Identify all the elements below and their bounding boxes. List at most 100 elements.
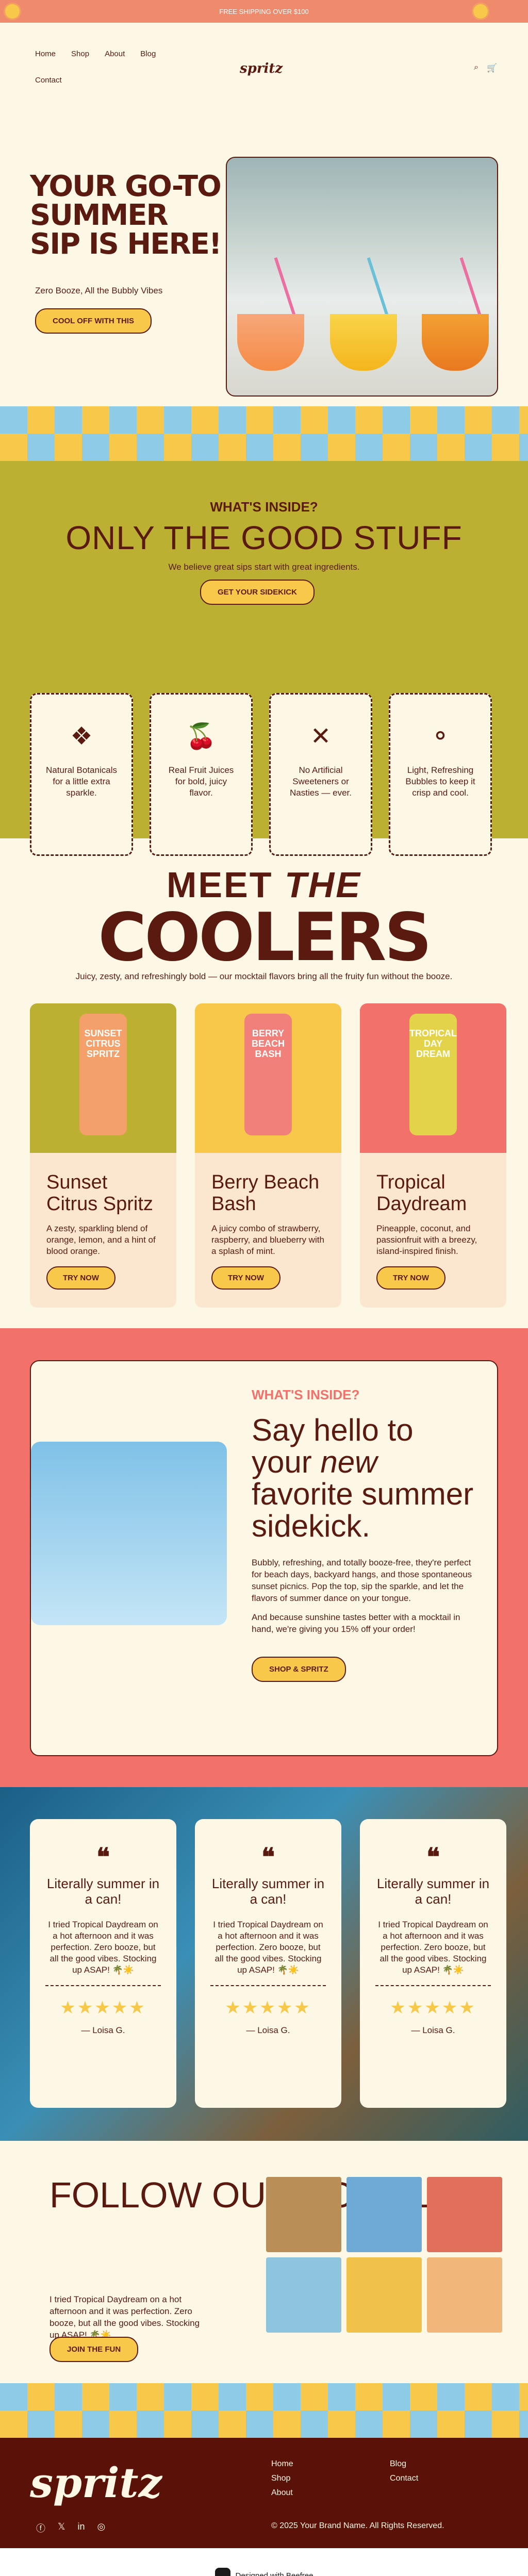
sun-icon bbox=[5, 4, 20, 19]
footer-links: Home Blog Shop Contact About bbox=[271, 2459, 493, 2498]
x-icon[interactable]: 𝕏 bbox=[58, 2521, 65, 2535]
testimonial-card: ❝ Literally summer in a can! I tried Tro… bbox=[360, 1819, 506, 2108]
nav-about[interactable]: About bbox=[105, 49, 125, 58]
cocktail-image bbox=[31, 1442, 227, 1625]
linkedin-icon[interactable]: in bbox=[78, 2521, 85, 2535]
footer-link-contact[interactable]: Contact bbox=[390, 2474, 493, 2483]
testimonial-title: Literally summer in a can! bbox=[46, 1876, 160, 1907]
social-photo[interactable] bbox=[346, 2177, 422, 2252]
testimonial-author: — Loisa G. bbox=[81, 2025, 125, 2035]
drink-glass bbox=[422, 314, 489, 371]
feature-text: Natural Botanicals for a little extra sp… bbox=[46, 765, 117, 798]
product-card: TROPICAL DAY DREAM Tropical Daydream Pin… bbox=[360, 1003, 506, 1308]
can-shape: BERRY BEACH BASH bbox=[244, 1014, 292, 1135]
social-icons: ⓕ 𝕏 in ◎ bbox=[36, 2521, 105, 2535]
straw-shape bbox=[274, 257, 296, 317]
feature-card: ❖ Natural Botanicals for a little extra … bbox=[30, 693, 133, 856]
product-desc: Pineapple, coconut, and passionfruit wit… bbox=[376, 1224, 477, 1256]
social-photo[interactable] bbox=[427, 2257, 502, 2333]
facebook-icon[interactable]: ⓕ bbox=[36, 2521, 45, 2535]
products-section: MEET THE COOLERS Juicy, zesty, and refre… bbox=[0, 838, 528, 1328]
star-rating: ★★★★★ bbox=[60, 1998, 146, 2018]
social-photo[interactable] bbox=[266, 2177, 341, 2252]
can-label: TROPICAL DAY DREAM bbox=[409, 1028, 457, 1059]
bubbles-icon: ⚬ bbox=[430, 723, 451, 750]
can-label: SUNSET CITRUS SPRITZ bbox=[84, 1028, 122, 1059]
section-eyebrow: WHAT'S INSIDE? bbox=[210, 499, 318, 515]
checker-divider bbox=[0, 406, 528, 461]
testimonial-title: Literally summer in a can! bbox=[211, 1876, 325, 1907]
straw-shape bbox=[367, 257, 389, 317]
main-nav: Home Shop About Blog Contact bbox=[35, 49, 190, 85]
testimonial-cards: ❝ Literally summer in a can! I tried Tro… bbox=[30, 1819, 506, 2108]
products-description: Juicy, zesty, and refreshingly bold — ou… bbox=[75, 971, 453, 981]
quote-icon: ❝ bbox=[96, 1844, 110, 1871]
cart-icon[interactable]: 🛒 bbox=[487, 63, 497, 73]
try-now-button[interactable]: TRY NOW bbox=[46, 1266, 116, 1290]
hero-title: YOUR GO-TO SUMMER SIP IS HERE! bbox=[30, 170, 222, 261]
beefree-badge[interactable]: Designed with Beefree bbox=[0, 2548, 528, 2576]
section-heading: ONLY THE GOOD STUFF bbox=[65, 519, 463, 556]
botanical-icon: ❖ bbox=[70, 723, 93, 750]
star-rating: ★★★★★ bbox=[225, 1998, 311, 2018]
heading-em: new bbox=[320, 1445, 377, 1479]
can-label: BERRY BEACH BASH bbox=[251, 1028, 285, 1059]
feature-cards: ❖ Natural Botanicals for a little extra … bbox=[30, 693, 492, 856]
footer-link-shop[interactable]: Shop bbox=[271, 2474, 390, 2483]
sidekick-heading: Say hello to your new favorite summer si… bbox=[252, 1414, 478, 1542]
product-desc: A zesty, sparkling blend of orange, lemo… bbox=[46, 1224, 156, 1256]
testimonial-card: ❝ Literally summer in a can! I tried Tro… bbox=[195, 1819, 341, 2108]
testimonial-author: — Loisa G. bbox=[411, 2025, 455, 2035]
sidekick-paragraph: Bubbly, refreshing, and totally booze-fr… bbox=[252, 1558, 472, 1603]
beefree-text: Designed with Beefree bbox=[235, 2571, 314, 2576]
nav-blog[interactable]: Blog bbox=[140, 49, 156, 58]
product-desc: A juicy combo of strawberry, raspberry, … bbox=[211, 1224, 324, 1256]
feature-card: ⚬ Light, Refreshing Bubbles to keep it c… bbox=[389, 693, 492, 856]
try-now-button[interactable]: TRY NOW bbox=[376, 1266, 446, 1290]
product-cards: SUNSET CITRUS SPRITZ Sunset Citrus Sprit… bbox=[30, 1003, 506, 1308]
testimonial-text: I tried Tropical Daydream on a hot after… bbox=[45, 1919, 161, 1986]
social-photo[interactable] bbox=[266, 2257, 341, 2333]
nav-home[interactable]: Home bbox=[35, 49, 56, 58]
sun-icon bbox=[473, 4, 488, 19]
fruit-icon: 🍒 bbox=[186, 723, 217, 750]
feature-card: 🍒 Real Fruit Juices for bold, juicy flav… bbox=[150, 693, 253, 856]
hero-section: YOUR GO-TO SUMMER SIP IS HERE! Zero Booz… bbox=[0, 100, 528, 406]
instagram-icon[interactable]: ◎ bbox=[97, 2521, 106, 2535]
hero-cta-button[interactable]: COOL OFF WITH THIS bbox=[35, 308, 152, 334]
shop-spritz-button[interactable]: SHOP & SPRITZ bbox=[252, 1657, 346, 1682]
header-icons: ⌕ 🛒 bbox=[474, 63, 497, 73]
testimonials-section: ❝ Literally summer in a can! I tried Tro… bbox=[0, 1787, 528, 2141]
product-image: TROPICAL DAY DREAM bbox=[360, 1003, 506, 1153]
sidekick-section: WHAT'S INSIDE? Say hello to your new fav… bbox=[0, 1328, 528, 1787]
feature-text: No Artificial Sweeteners or Nasties — ev… bbox=[290, 765, 352, 798]
testimonial-text: I tried Tropical Daydream on a hot after… bbox=[210, 1919, 326, 1986]
footer-link-home[interactable]: Home bbox=[271, 2459, 390, 2469]
drink-glass bbox=[237, 314, 304, 371]
join-fun-button[interactable]: JOIN THE FUN bbox=[50, 2337, 139, 2362]
ingredients-section: WHAT'S INSIDE? ONLY THE GOOD STUFF We be… bbox=[0, 461, 528, 856]
testimonial-title: Literally summer in a can! bbox=[376, 1876, 490, 1907]
footer-logo[interactable]: spritz bbox=[30, 2458, 162, 2507]
socials-section: FOLLOW OUR SOCIALS I tried Tropical Dayd… bbox=[0, 2141, 528, 2383]
social-photo-grid bbox=[266, 2177, 502, 2333]
testimonial-card: ❝ Literally summer in a can! I tried Tro… bbox=[30, 1819, 176, 2108]
social-photo[interactable] bbox=[346, 2257, 422, 2333]
logo[interactable]: spritz bbox=[240, 61, 283, 76]
can-shape: SUNSET CITRUS SPRITZ bbox=[79, 1014, 127, 1135]
footer-link-about[interactable]: About bbox=[271, 2488, 390, 2498]
socials-text: I tried Tropical Daydream on a hot after… bbox=[50, 2294, 200, 2340]
social-photo[interactable] bbox=[427, 2177, 502, 2252]
product-card: BERRY BEACH BASH Berry Beach Bash A juic… bbox=[195, 1003, 341, 1308]
search-icon[interactable]: ⌕ bbox=[474, 63, 478, 73]
footer-link-blog[interactable]: Blog bbox=[390, 2459, 493, 2469]
quote-icon: ❝ bbox=[261, 1844, 275, 1871]
checker-divider bbox=[0, 2383, 528, 2438]
feature-text: Real Fruit Juices for bold, juicy flavor… bbox=[168, 765, 234, 798]
product-card: SUNSET CITRUS SPRITZ Sunset Citrus Sprit… bbox=[30, 1003, 176, 1308]
get-sidekick-button[interactable]: GET YOUR SIDEKICK bbox=[200, 580, 315, 605]
hero-image bbox=[226, 157, 498, 397]
try-now-button[interactable]: TRY NOW bbox=[211, 1266, 280, 1290]
nav-contact[interactable]: Contact bbox=[35, 76, 62, 85]
nav-shop[interactable]: Shop bbox=[71, 49, 89, 58]
